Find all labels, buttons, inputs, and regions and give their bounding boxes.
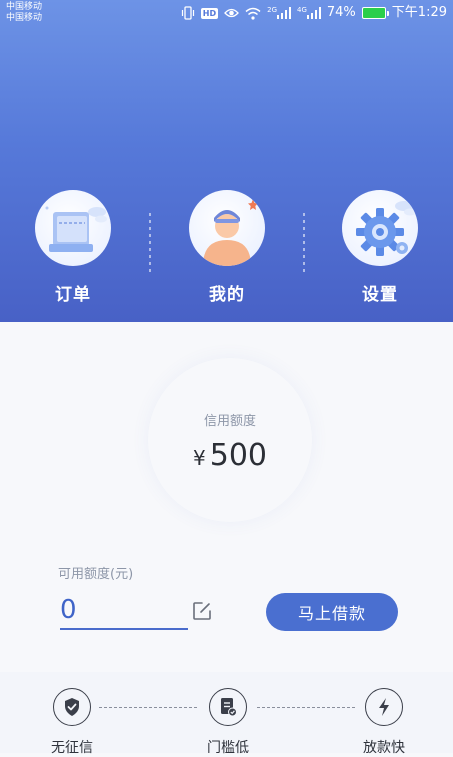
feature-label: 门槛低 <box>207 740 249 756</box>
net-type-label-2: 4G <box>297 6 307 14</box>
feature-fast-payout: 放款快 <box>344 688 424 757</box>
header: 中国移动 中国移动 HD 2G 4G 74% 下午1:29 订单 我的 设置 <box>0 0 453 322</box>
battery-percent: 74% <box>326 5 356 20</box>
nav-label-orders: 订单 <box>55 285 91 305</box>
status-bar-right: HD 2G 4G 74% 下午1:29 <box>181 5 447 21</box>
shield-check-icon <box>53 688 91 726</box>
order-icon <box>35 190 111 266</box>
nav-item-settings[interactable]: 设置 <box>325 190 435 310</box>
hd-icon: HD <box>200 7 219 19</box>
credit-limit-circle: 信用额度 ¥500 <box>148 358 312 522</box>
nav-divider <box>149 213 151 273</box>
feature-connector <box>99 707 197 708</box>
carrier-label-2: 中国移动 <box>6 13 43 23</box>
status-bar-carriers: 中国移动 中国移动 <box>6 2 42 24</box>
feature-no-credit-check: 无征信 <box>32 688 112 757</box>
eye-icon <box>224 7 239 19</box>
features-bar: 无征信 门槛低 放款快 <box>0 672 453 756</box>
edit-icon[interactable] <box>191 600 213 622</box>
settings-gear-icon <box>342 190 418 266</box>
signal-icon-4g: 4G <box>297 7 321 19</box>
feature-low-threshold: 门槛低 <box>188 688 268 757</box>
status-time: 下午1:29 <box>391 5 447 20</box>
borrow-amount-input[interactable] <box>60 592 188 630</box>
carrier-label-1: 中国移动 <box>6 2 43 12</box>
currency-symbol: ¥ <box>193 446 206 470</box>
nav-divider <box>303 213 305 273</box>
nav-item-mine[interactable]: 我的 <box>172 190 282 310</box>
available-limit-label: 可用额度(元) <box>58 567 134 582</box>
nav-item-orders[interactable]: 订单 <box>18 190 128 310</box>
credit-limit-value: 500 <box>209 438 267 473</box>
nav-label-settings: 设置 <box>362 285 398 305</box>
battery-icon <box>361 7 389 19</box>
nav-label-mine: 我的 <box>209 285 245 305</box>
wifi-icon <box>245 7 261 20</box>
net-type-label-1: 2G <box>267 6 277 14</box>
document-check-icon <box>209 688 247 726</box>
feature-label: 放款快 <box>363 740 405 756</box>
feature-connector <box>257 707 355 708</box>
feature-label: 无征信 <box>51 740 93 756</box>
vibrate-icon <box>181 6 195 20</box>
credit-limit-amount: ¥500 <box>148 439 312 475</box>
borrow-now-button[interactable]: 马上借款 <box>266 593 398 631</box>
credit-limit-label: 信用额度 <box>203 414 256 429</box>
lightning-icon <box>365 688 403 726</box>
signal-icon-2g: 2G <box>267 7 291 19</box>
profile-icon <box>189 190 265 266</box>
